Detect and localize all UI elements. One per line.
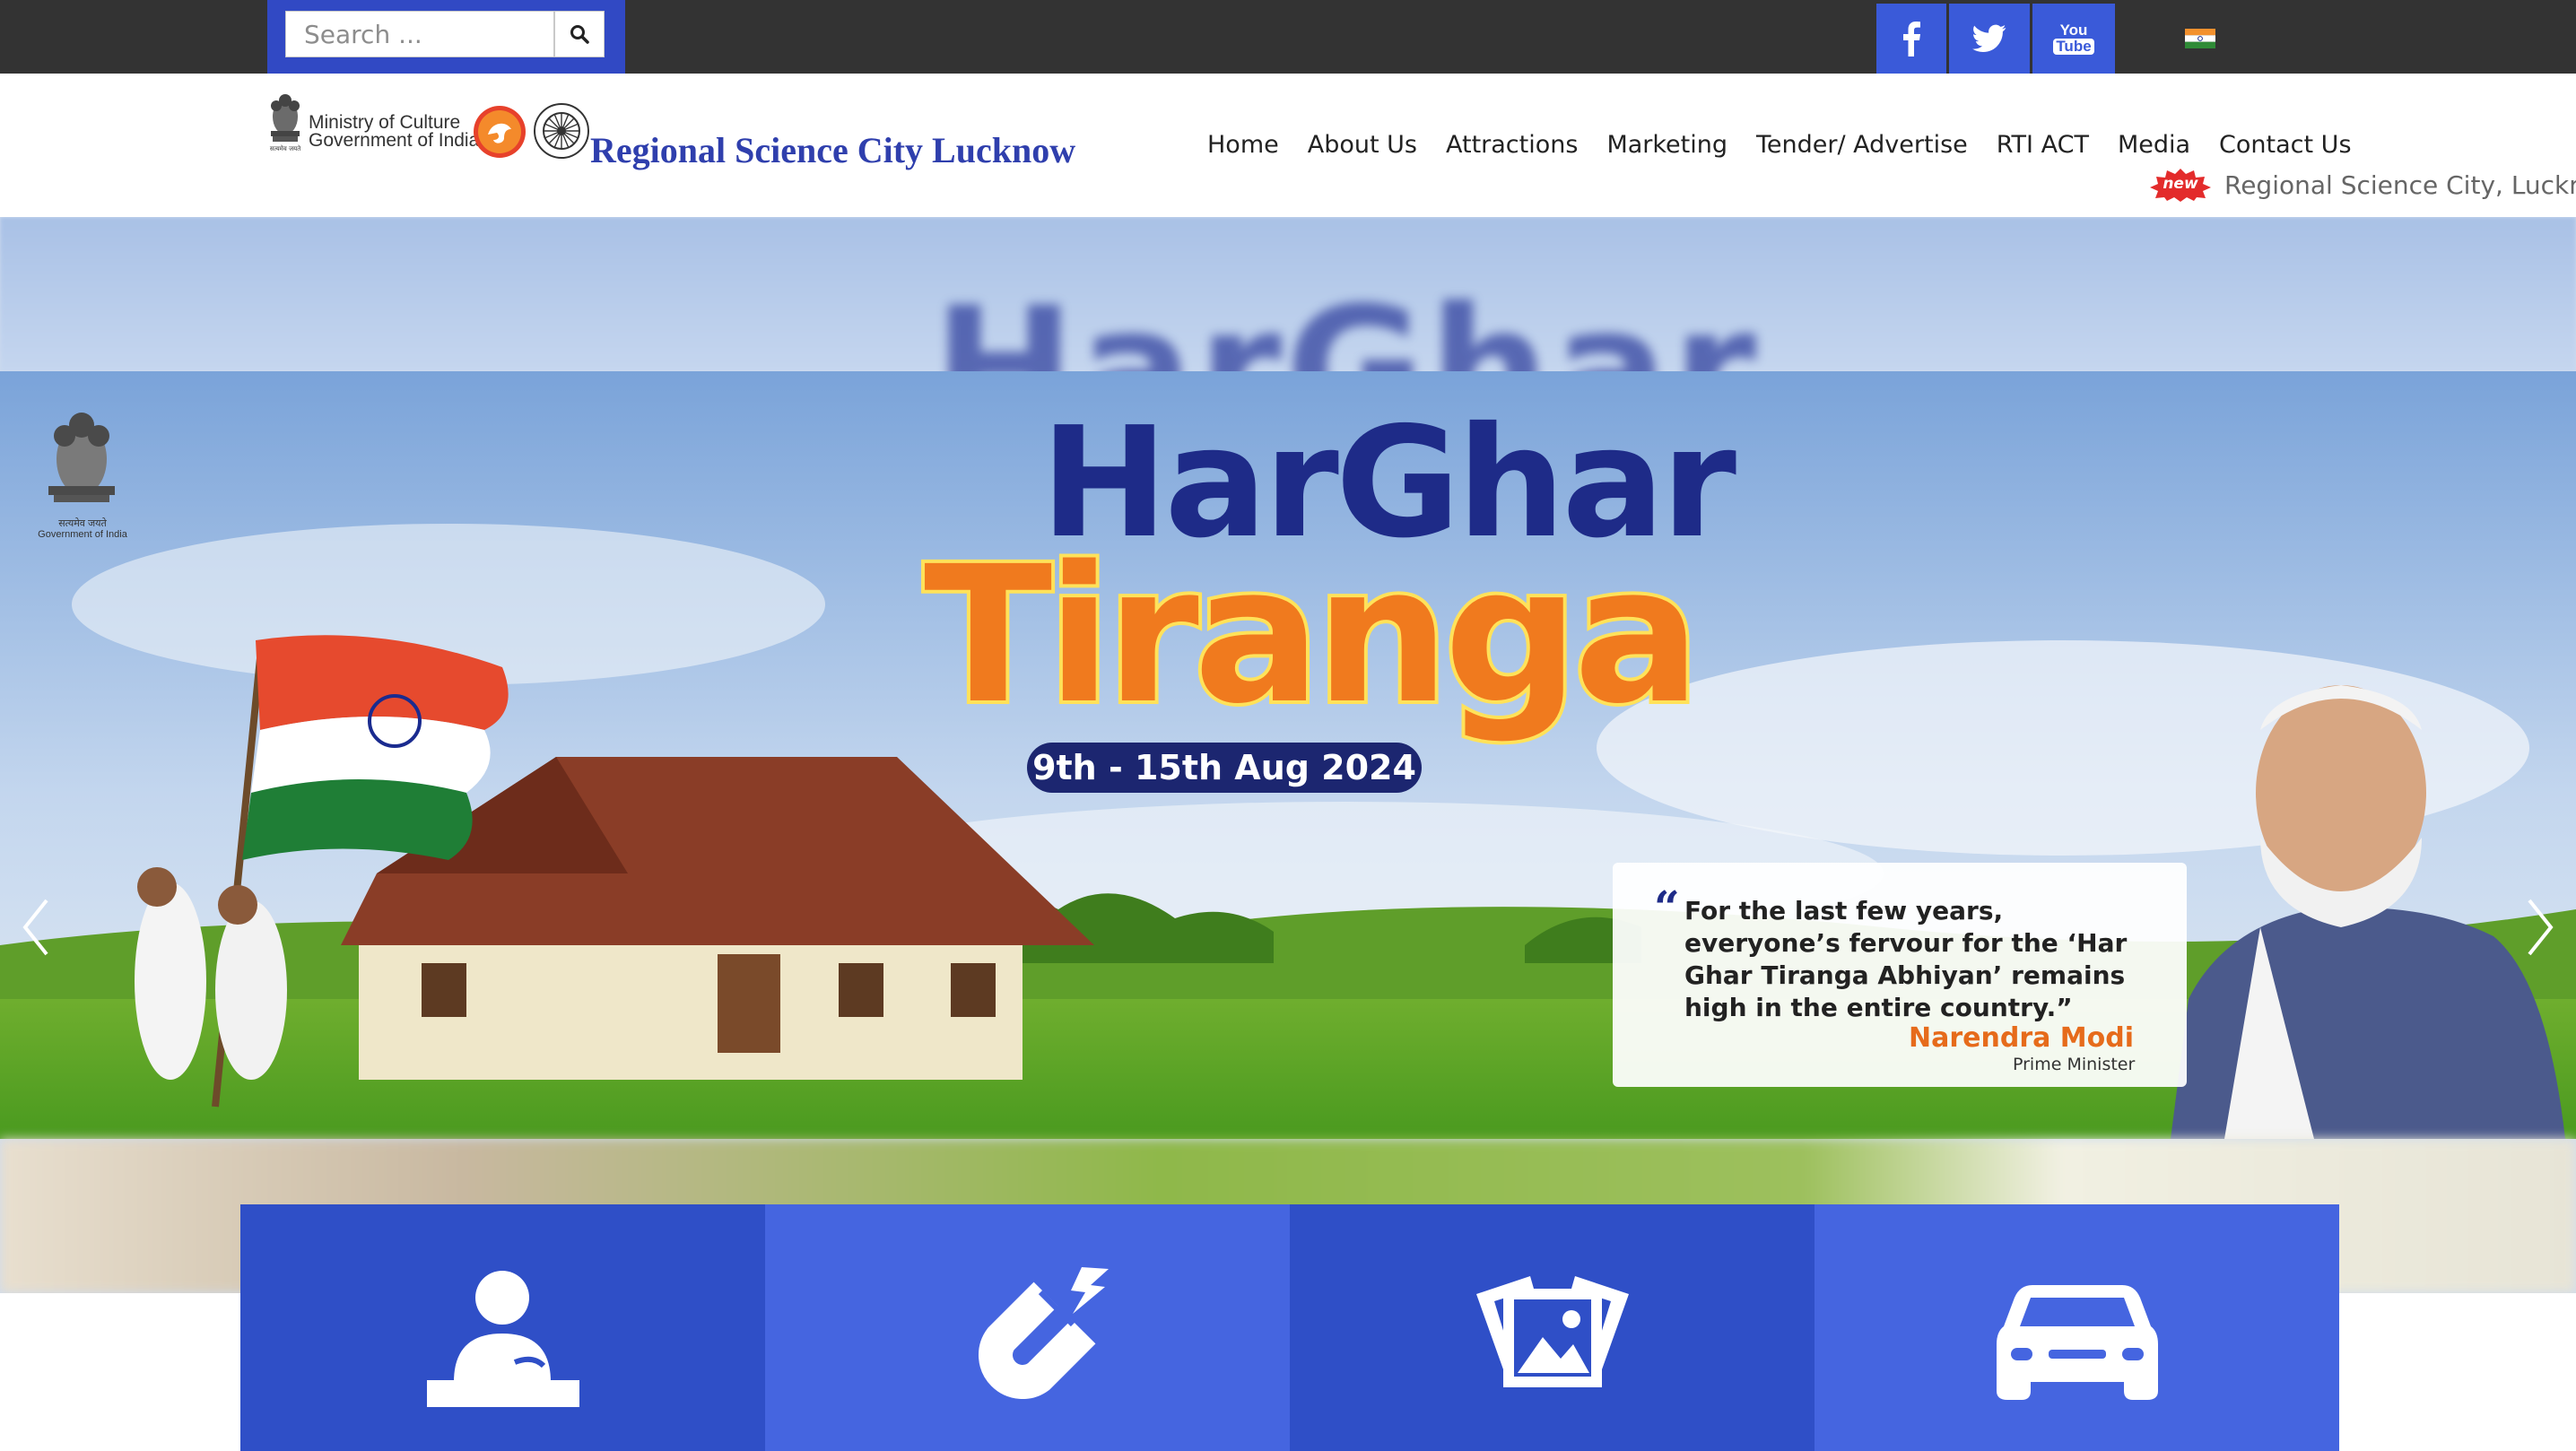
tile-science-attractions[interactable]	[765, 1204, 1290, 1451]
nav-item-tender-advertise[interactable]: Tender/ Advertise	[1742, 131, 1982, 159]
nav-item-rti-act[interactable]: RTI ACT	[1982, 131, 2103, 159]
facebook-icon	[1903, 22, 1920, 56]
chevron-right-icon	[2528, 899, 2554, 956]
amrit-mahotsav-logo-icon	[474, 106, 526, 158]
nav-item-media[interactable]: Media	[2103, 131, 2205, 159]
youtube-link[interactable]: You Tube	[2032, 4, 2115, 74]
quote-author: Narendra Modi	[1909, 1022, 2135, 1054]
twitter-icon	[1972, 24, 2006, 53]
emblem-caption: सत्यमेव जयते Government of India	[38, 518, 127, 540]
magnet-icon	[978, 1267, 1109, 1399]
site-title: Regional Science City Lucknow	[590, 130, 1076, 170]
ministry-text: Ministry of Culture Government of India	[309, 112, 480, 151]
site-header: सत्यमेव जयते Ministry of Culture Governm…	[0, 74, 2576, 217]
svg-text:सत्यमेव जयते: सत्यमेव जयते	[270, 144, 301, 152]
ncsm-logo-icon	[534, 103, 589, 159]
gallery-icon	[1475, 1276, 1629, 1387]
feature-tiles	[240, 1204, 2339, 1451]
nav-item-contact-us[interactable]: Contact Us	[2205, 131, 2365, 159]
logo-group[interactable]: सत्यमेव जयते Ministry of Culture Governm…	[265, 86, 1082, 185]
slider-prev-button[interactable]	[9, 882, 63, 972]
search-icon	[570, 25, 589, 44]
twitter-link[interactable]	[1949, 4, 2030, 74]
india-flag-icon[interactable]	[2185, 29, 2215, 48]
facebook-link[interactable]	[1876, 4, 1946, 74]
nav-item-marketing[interactable]: Marketing	[1592, 131, 1742, 159]
national-emblem-icon: सत्यमेव जयते	[270, 94, 301, 152]
nav-item-about-us[interactable]: About Us	[1293, 131, 1432, 159]
youtube-icon: You Tube	[2053, 22, 2094, 55]
government-emblem-icon	[32, 404, 131, 529]
hero-banner: सत्यमेव जयते Government of India HarGhar…	[0, 371, 2576, 1139]
chevron-left-icon	[22, 899, 48, 956]
search-button[interactable]	[554, 11, 605, 57]
quote-open-mark: “	[1654, 881, 1680, 934]
hero-title-tiranga: Tiranga	[920, 526, 1704, 745]
hero-date-badge: 9th - 15th Aug 2024	[1027, 743, 1422, 793]
search-input[interactable]	[285, 11, 554, 57]
quote-card: “ For the last few years, everyone’s fer…	[1613, 863, 2187, 1087]
nav-item-home[interactable]: Home	[1193, 131, 1293, 159]
quote-role: Prime Minister	[2013, 1055, 2136, 1074]
tile-parking[interactable]	[1815, 1204, 2339, 1451]
visitor-desk-icon	[426, 1271, 579, 1407]
nav-item-attractions[interactable]: Attractions	[1432, 131, 1592, 159]
hero-slider: HarGhar सत्यमेव जयते Government of India…	[0, 217, 2576, 1293]
top-bar: You Tube	[0, 0, 2576, 74]
news-ticker[interactable]: new Regional Science City, Lucknow	[2149, 168, 2576, 202]
ticker-text[interactable]: Regional Science City, Lucknow	[2224, 170, 2576, 200]
car-icon	[1996, 1285, 2158, 1400]
tile-gallery[interactable]	[1290, 1204, 1815, 1451]
quote-text: For the last few years, everyone’s fervo…	[1684, 896, 2128, 1022]
search-form	[267, 0, 625, 74]
new-badge-icon: new	[2149, 168, 2212, 202]
main-nav: Home About Us Attractions Marketing Tend…	[1193, 131, 2366, 159]
slider-next-button[interactable]	[2513, 882, 2567, 972]
tile-visitor-info[interactable]	[240, 1204, 765, 1451]
